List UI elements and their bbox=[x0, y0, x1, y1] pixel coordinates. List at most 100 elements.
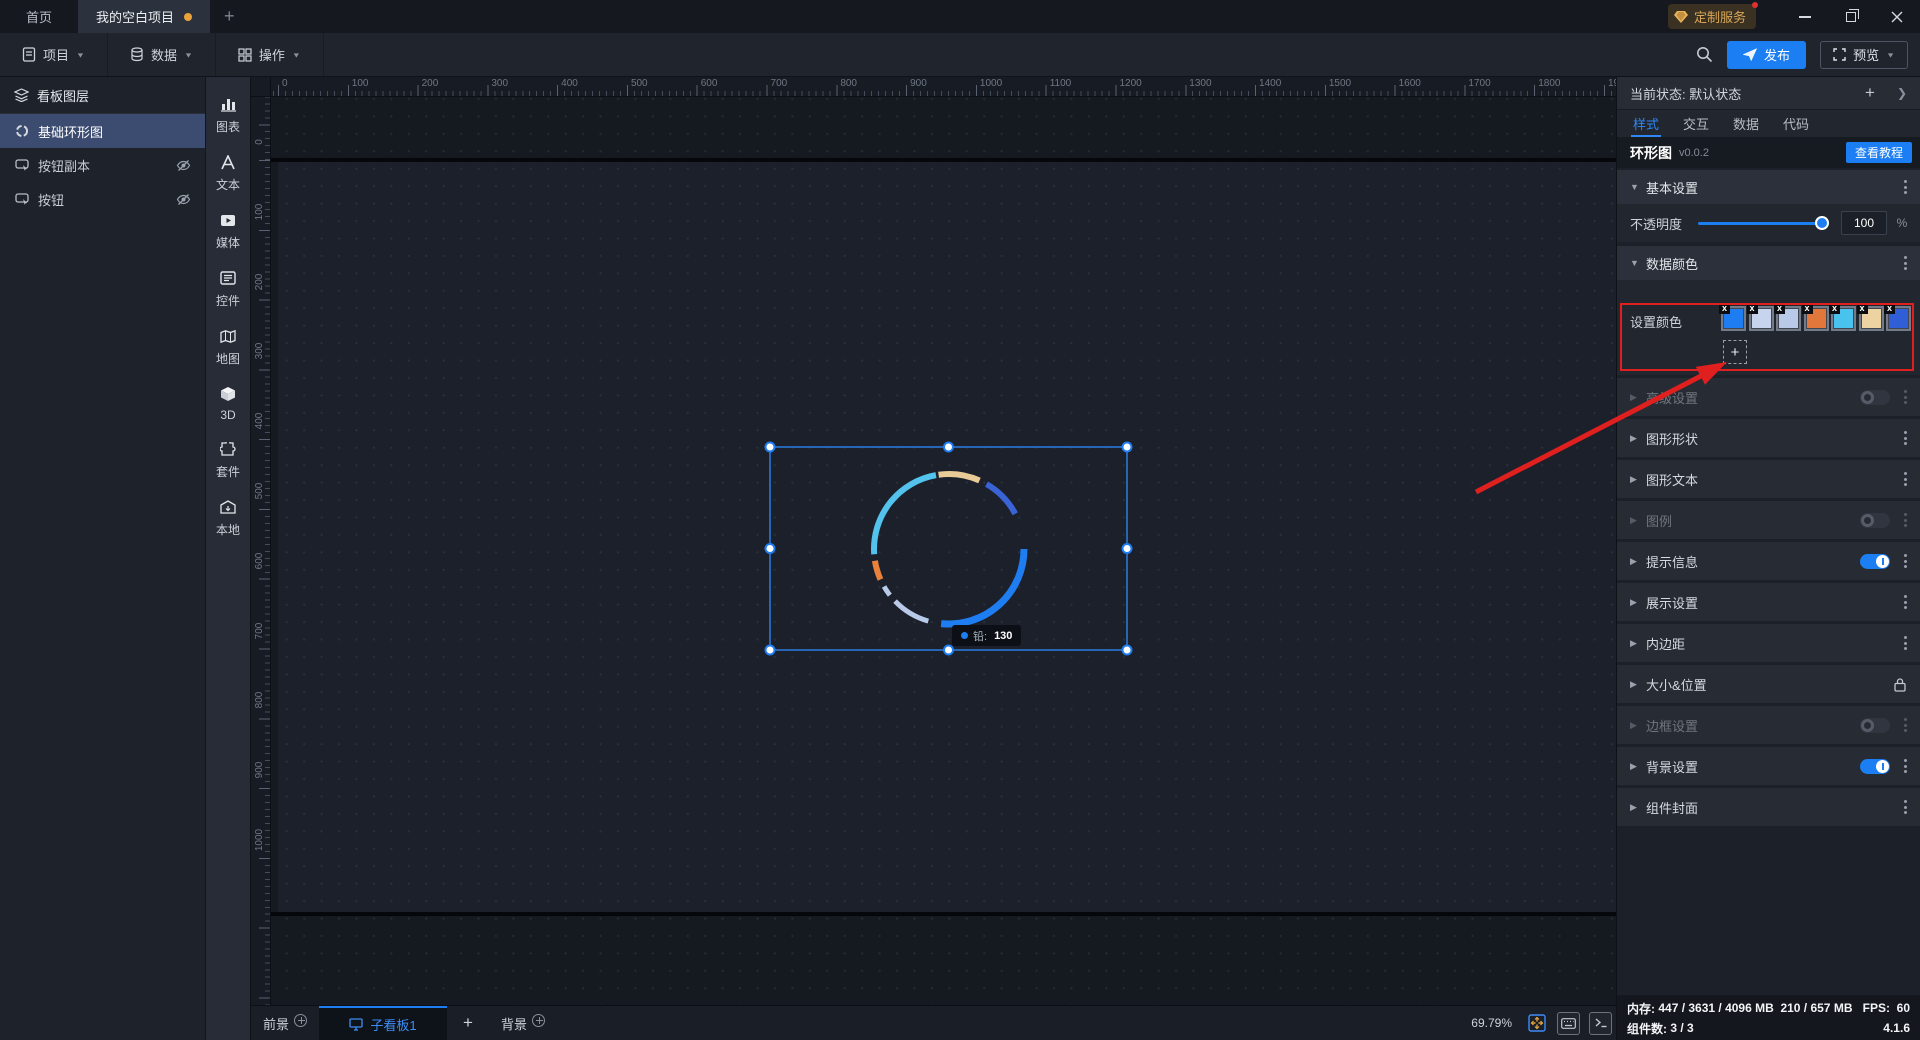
tutorial-button[interactable]: 查看教程 bbox=[1846, 142, 1912, 163]
chevron-right-icon[interactable]: ❯ bbox=[1897, 86, 1907, 100]
remove-color-badge[interactable]: x bbox=[1884, 303, 1895, 314]
preview-button[interactable]: 预览▼ bbox=[1820, 41, 1908, 69]
remove-color-badge[interactable]: x bbox=[1719, 303, 1730, 314]
zoom-level[interactable]: 69.79% bbox=[1471, 1016, 1512, 1030]
maximize-button[interactable] bbox=[1828, 0, 1874, 33]
toolbar-item-地图[interactable]: 地图 bbox=[206, 326, 250, 367]
tab-interaction[interactable]: 交互 bbox=[1683, 110, 1709, 137]
opacity-input[interactable]: 100 bbox=[1841, 211, 1887, 235]
toolbar-item-套件[interactable]: 套件 bbox=[206, 439, 250, 480]
section-row-2[interactable]: ▶图形文本 bbox=[1617, 460, 1920, 498]
tab-home[interactable]: 首页 bbox=[0, 0, 78, 33]
toolbar-item-媒体[interactable]: 媒体 bbox=[206, 210, 250, 251]
selection-handle[interactable] bbox=[1123, 646, 1132, 655]
section-row-6[interactable]: ▶内边距 bbox=[1617, 624, 1920, 662]
section-row-7[interactable]: ▶大小&位置 bbox=[1617, 665, 1920, 703]
layer-item-2[interactable]: 按钮 bbox=[0, 182, 205, 216]
console-button[interactable] bbox=[1589, 1012, 1612, 1035]
remove-color-badge[interactable]: x bbox=[1829, 303, 1840, 314]
selection-handle[interactable] bbox=[766, 544, 775, 553]
board-tab[interactable]: 子看板1 bbox=[319, 1006, 447, 1040]
kebab-menu-icon[interactable] bbox=[1904, 256, 1907, 270]
tab-style[interactable]: 样式 bbox=[1633, 110, 1659, 137]
color-swatch-3[interactable]: x bbox=[1804, 306, 1829, 331]
menu-data[interactable]: 数据▼ bbox=[108, 33, 216, 76]
visibility-off-icon[interactable] bbox=[176, 159, 191, 172]
toolbar-item-图表[interactable]: 图表 bbox=[206, 94, 250, 135]
remove-color-badge[interactable]: x bbox=[1802, 303, 1813, 314]
section-data-colors[interactable]: ▼ 数据颜色 bbox=[1617, 246, 1920, 280]
toolbar-item-文本[interactable]: 文本 bbox=[206, 152, 250, 193]
section-row-1[interactable]: ▶图形形状 bbox=[1617, 419, 1920, 457]
selection-box[interactable] bbox=[770, 447, 1127, 650]
section-row-8[interactable]: ▶边框设置 bbox=[1617, 706, 1920, 744]
remove-color-badge[interactable]: x bbox=[1774, 303, 1785, 314]
layer-item-1[interactable]: 按钮副本 bbox=[0, 148, 205, 182]
new-tab-button[interactable]: + bbox=[210, 0, 249, 33]
selection-handle[interactable] bbox=[1123, 443, 1132, 452]
toggle-off[interactable] bbox=[1860, 718, 1890, 733]
section-basic-settings[interactable]: ▼ 基本设置 bbox=[1617, 170, 1920, 204]
kebab-menu-icon[interactable] bbox=[1904, 513, 1907, 527]
foreground-button[interactable]: 前景 bbox=[251, 1006, 319, 1040]
close-button[interactable] bbox=[1874, 0, 1920, 33]
add-circle-icon[interactable] bbox=[294, 1014, 307, 1027]
add-state-button[interactable]: + bbox=[1865, 83, 1875, 103]
custom-service-button[interactable]: 定制服务 bbox=[1668, 4, 1756, 29]
kebab-menu-icon[interactable] bbox=[1904, 595, 1907, 609]
canvas[interactable]: 0100200300400500600700800900100011001200… bbox=[251, 77, 1616, 1040]
remove-color-badge[interactable]: x bbox=[1857, 303, 1868, 314]
toggle-off[interactable] bbox=[1860, 513, 1890, 528]
slider-knob[interactable] bbox=[1815, 216, 1829, 230]
kebab-menu-icon[interactable] bbox=[1904, 431, 1907, 445]
selection-handle[interactable] bbox=[766, 646, 775, 655]
section-row-0[interactable]: ▶高级设置 bbox=[1617, 378, 1920, 416]
section-row-9[interactable]: ▶背景设置 bbox=[1617, 747, 1920, 785]
section-row-10[interactable]: ▶组件封面 bbox=[1617, 788, 1920, 826]
selection-handle[interactable] bbox=[766, 443, 775, 452]
menu-action[interactable]: 操作▼ bbox=[216, 33, 324, 76]
search-icon[interactable] bbox=[1696, 46, 1713, 63]
fit-view-button[interactable] bbox=[1525, 1012, 1548, 1035]
color-swatch-6[interactable]: x bbox=[1886, 306, 1911, 331]
donut-chart-selection[interactable] bbox=[251, 77, 1616, 1040]
toggle-on[interactable] bbox=[1860, 554, 1890, 569]
toolbar-item-控件[interactable]: 控件 bbox=[206, 268, 250, 309]
kebab-menu-icon[interactable] bbox=[1904, 718, 1907, 732]
kebab-menu-icon[interactable] bbox=[1904, 800, 1907, 814]
visibility-off-icon[interactable] bbox=[176, 193, 191, 206]
color-swatch-2[interactable]: x bbox=[1776, 306, 1801, 331]
menu-project[interactable]: 项目▼ bbox=[0, 33, 108, 76]
kebab-menu-icon[interactable] bbox=[1904, 554, 1907, 568]
opacity-slider[interactable] bbox=[1698, 222, 1827, 225]
remove-color-badge[interactable]: x bbox=[1747, 303, 1758, 314]
kebab-menu-icon[interactable] bbox=[1904, 390, 1907, 404]
add-circle-icon[interactable] bbox=[532, 1014, 545, 1027]
kebab-menu-icon[interactable] bbox=[1904, 180, 1907, 194]
publish-button[interactable]: 发布 bbox=[1727, 41, 1806, 69]
background-button[interactable]: 背景 bbox=[489, 1006, 557, 1040]
toggle-on[interactable] bbox=[1860, 759, 1890, 774]
shortcuts-button[interactable] bbox=[1557, 1012, 1580, 1035]
kebab-menu-icon[interactable] bbox=[1904, 759, 1907, 773]
color-swatch-4[interactable]: x bbox=[1831, 306, 1856, 331]
add-color-button[interactable]: + bbox=[1723, 340, 1747, 364]
add-board-button[interactable]: + bbox=[447, 1006, 489, 1040]
lock-icon[interactable] bbox=[1893, 677, 1907, 692]
color-swatch-5[interactable]: x bbox=[1859, 306, 1884, 331]
tab-project[interactable]: 我的空白项目 bbox=[78, 0, 210, 33]
color-swatch-1[interactable]: x bbox=[1749, 306, 1774, 331]
section-row-4[interactable]: ▶提示信息 bbox=[1617, 542, 1920, 580]
minimize-button[interactable] bbox=[1782, 0, 1828, 33]
color-swatch-0[interactable]: x bbox=[1721, 306, 1746, 331]
selection-handle[interactable] bbox=[944, 646, 953, 655]
tab-code[interactable]: 代码 bbox=[1783, 110, 1809, 137]
kebab-menu-icon[interactable] bbox=[1904, 472, 1907, 486]
selection-handle[interactable] bbox=[1123, 544, 1132, 553]
layer-item-0[interactable]: 基础环形图 bbox=[0, 114, 205, 148]
kebab-menu-icon[interactable] bbox=[1904, 636, 1907, 650]
selection-handle[interactable] bbox=[944, 443, 953, 452]
section-row-3[interactable]: ▶图例 bbox=[1617, 501, 1920, 539]
toolbar-item-本地[interactable]: 本地 bbox=[206, 497, 250, 538]
section-row-5[interactable]: ▶展示设置 bbox=[1617, 583, 1920, 621]
